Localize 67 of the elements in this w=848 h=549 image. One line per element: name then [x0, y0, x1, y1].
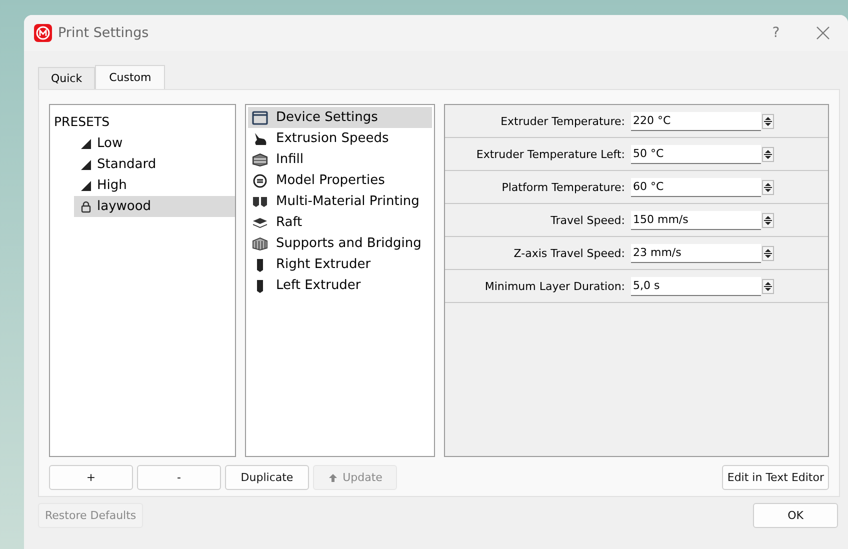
spin-field[interactable]: 50 °C	[631, 144, 761, 164]
category-item[interactable]: Device Settings	[248, 107, 432, 128]
preset-label: High	[97, 178, 127, 193]
help-button[interactable]: ?	[764, 25, 788, 41]
spin-field[interactable]: 23 mm/s	[631, 244, 761, 262]
preset-item[interactable]: laywood	[74, 196, 235, 217]
category-item[interactable]: Model Properties	[248, 170, 432, 191]
close-icon[interactable]	[816, 26, 830, 40]
preset-action-button[interactable]: +	[49, 465, 133, 490]
window-icon	[252, 110, 268, 124]
preset-item[interactable]: Standard	[74, 154, 235, 175]
spin-arrows-icon[interactable]	[762, 180, 774, 194]
infill-icon	[252, 152, 268, 166]
spin-field[interactable]: 150 mm/s	[631, 210, 761, 230]
lock-icon	[80, 200, 92, 212]
category-label: Supports and Bridging	[276, 236, 422, 251]
edit-text-editor-button[interactable]: Edit in Text Editor	[722, 465, 829, 490]
category-label: Model Properties	[276, 173, 385, 188]
app-logo-icon	[34, 24, 52, 42]
spin-arrows-icon[interactable]	[762, 114, 774, 128]
preset-label: laywood	[97, 199, 152, 214]
setting-label: Travel Speed:	[550, 214, 626, 226]
preset-item[interactable]: High	[74, 175, 235, 196]
up-arrow-icon	[328, 472, 338, 482]
setting-label: Platform Temperature:	[500, 180, 626, 194]
preset-action-button[interactable]: Duplicate	[225, 465, 309, 490]
spin-arrows-icon[interactable]	[762, 246, 774, 260]
spin-field[interactable]: 60 °C	[631, 178, 761, 196]
category-label: Left Extruder	[276, 278, 361, 293]
category-label: Raft	[276, 215, 302, 230]
layers-icon	[252, 216, 268, 230]
category-item[interactable]: Raft	[248, 212, 432, 233]
category-item[interactable]: Extrusion Speeds	[248, 128, 432, 149]
ok-button[interactable]: OK	[753, 503, 838, 528]
quality-icon	[80, 180, 92, 192]
category-label: Infill	[276, 152, 304, 167]
setting-label: Extruder Temperature:	[500, 114, 626, 128]
model-icon	[252, 174, 268, 188]
preset-action-button[interactable]: -	[137, 465, 221, 490]
category-item[interactable]: Infill	[248, 149, 432, 170]
extruders-icon	[252, 194, 268, 208]
category-item[interactable]: Right Extruder	[248, 254, 432, 275]
category-label: Device Settings	[276, 110, 378, 125]
category-label: Multi-Material Printing	[276, 194, 420, 209]
category-item[interactable]: Multi-Material Printing	[248, 191, 432, 212]
spin-arrows-icon[interactable]	[762, 146, 774, 162]
category-label: Extrusion Speeds	[276, 131, 389, 146]
preset-label: Standard	[97, 157, 156, 172]
window-title: Print Settings	[58, 25, 150, 41]
spin-field[interactable]: 5,0 s	[631, 276, 761, 296]
tab[interactable]: Quick	[38, 67, 96, 89]
category-item[interactable]: Left Extruder	[248, 275, 432, 296]
quality-icon	[80, 158, 92, 170]
setting-label: Minimum Layer Duration:	[484, 280, 626, 292]
spin-field[interactable]: 220 °C	[631, 112, 761, 130]
preset-item[interactable]: Low	[74, 133, 235, 154]
setting-label: Z-axis Travel Speed:	[512, 246, 626, 260]
spin-arrows-icon[interactable]	[762, 278, 774, 294]
spin-arrows-icon[interactable]	[762, 212, 774, 228]
category-label: Right Extruder	[276, 257, 371, 272]
preset-label: Low	[97, 136, 123, 151]
supports-icon	[252, 236, 268, 250]
quality-icon	[80, 138, 92, 150]
tab[interactable]: Custom	[95, 65, 166, 89]
presets-heading: PRESETS	[54, 114, 110, 129]
setting-label: Extruder Temperature Left:	[475, 148, 626, 160]
category-item[interactable]: Supports and Bridging	[248, 233, 432, 254]
